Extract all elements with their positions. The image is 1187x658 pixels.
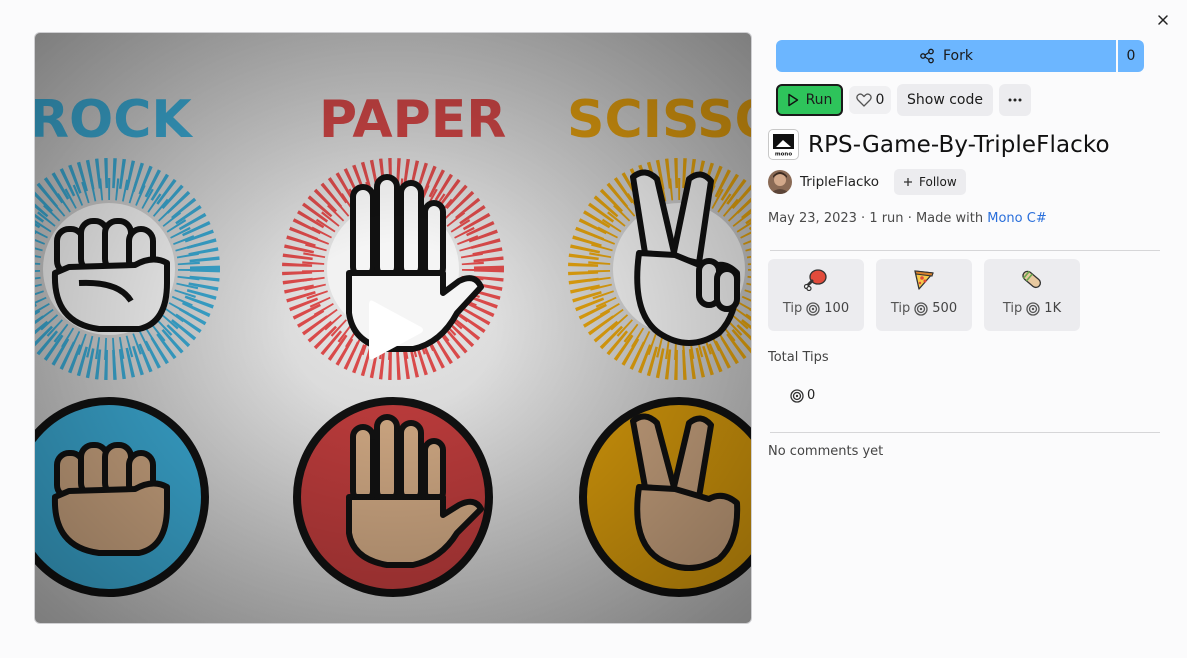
tip-label: Tip 100 xyxy=(783,301,849,316)
tip-amount: 1K xyxy=(1044,301,1062,316)
tip-options: Tip 100 Tip 500 Tip 1K xyxy=(768,259,1080,331)
run-label: Run xyxy=(805,92,833,108)
rock-hand-outline xyxy=(51,218,170,332)
fork-count: 0 xyxy=(1118,40,1144,72)
burrito-icon xyxy=(1022,270,1042,289)
cover-image[interactable]: ROCK PAPER SCISSO xyxy=(34,32,752,624)
meta-separator: · xyxy=(907,211,916,226)
fork-icon xyxy=(920,48,934,64)
meat-icon xyxy=(803,269,827,291)
title-row: mono RPS-Game-By-TripleFlacko xyxy=(768,129,1110,160)
avatar-image xyxy=(768,170,792,194)
cycles-icon xyxy=(806,301,820,316)
tip-text: Tip xyxy=(890,301,911,316)
fork-row: Fork 0 xyxy=(776,40,1144,72)
tip-label: Tip 1K xyxy=(1003,301,1061,316)
tip-card-1k[interactable]: Tip 1K xyxy=(984,259,1080,331)
cover-word-scissors: SCISSO xyxy=(567,90,752,150)
run-icon xyxy=(787,93,798,107)
author-row: TripleFlacko Follow xyxy=(768,169,966,195)
made-with-prefix: Made with xyxy=(915,211,984,226)
paper-circle xyxy=(293,397,493,597)
more-options-button[interactable] xyxy=(999,84,1031,116)
play-button[interactable] xyxy=(363,295,427,365)
heart-icon xyxy=(855,93,872,107)
more-icon xyxy=(1008,98,1022,102)
repl-runs: 1 run xyxy=(869,211,904,226)
play-icon xyxy=(369,300,423,360)
cycles-icon xyxy=(1026,301,1040,316)
scissors-circle xyxy=(579,397,751,597)
no-comments-text: No comments yet xyxy=(768,444,884,459)
follow-button[interactable]: Follow xyxy=(894,169,966,195)
like-button[interactable]: 0 xyxy=(849,86,891,114)
tip-amount: 500 xyxy=(932,301,958,316)
like-count: 0 xyxy=(875,92,885,108)
language-link[interactable]: Mono C# xyxy=(987,211,1046,226)
show-code-button[interactable]: Show code xyxy=(897,84,993,116)
mono-logo: mono xyxy=(768,129,799,160)
tip-amount: 100 xyxy=(824,301,850,316)
run-button[interactable]: Run xyxy=(776,84,843,116)
mono-logo-icon: mono xyxy=(773,134,794,158)
follow-label: Follow xyxy=(919,175,957,189)
repl-date: May 23, 2023 xyxy=(768,211,857,226)
show-code-label: Show code xyxy=(907,92,983,108)
total-tips-amount: 0 xyxy=(807,388,816,403)
tip-text: Tip xyxy=(782,301,803,316)
tip-card-100[interactable]: Tip 100 xyxy=(768,259,864,331)
divider xyxy=(770,432,1160,433)
tip-card-500[interactable]: Tip 500 xyxy=(876,259,972,331)
cover-word-paper: PAPER xyxy=(319,90,506,150)
total-tips-value: 0 xyxy=(790,388,815,403)
fork-label: Fork xyxy=(943,48,973,64)
cycles-icon xyxy=(790,388,804,403)
side-panel: Fork 0 Run 0 Show code mono RPS-Game-By-… xyxy=(768,0,1168,658)
repl-meta: May 23, 2023 · 1 run · Made with Mono C# xyxy=(768,211,1047,226)
cover-word-rock: ROCK xyxy=(35,90,193,150)
tip-text: Tip xyxy=(1002,301,1023,316)
repl-title: RPS-Game-By-TripleFlacko xyxy=(808,131,1110,158)
total-tips-label: Total Tips xyxy=(768,350,829,365)
action-row: Run 0 Show code xyxy=(776,84,1031,116)
avatar[interactable] xyxy=(768,170,792,194)
divider xyxy=(770,250,1160,251)
plus-icon xyxy=(904,178,912,186)
rock-circle xyxy=(35,397,209,597)
cycles-icon xyxy=(914,301,928,316)
mono-logo-text: mono xyxy=(775,152,792,158)
author-name[interactable]: TripleFlacko xyxy=(800,174,879,190)
fork-button[interactable]: Fork xyxy=(776,40,1116,72)
pizza-icon xyxy=(914,270,934,290)
tip-label: Tip 500 xyxy=(891,301,957,316)
